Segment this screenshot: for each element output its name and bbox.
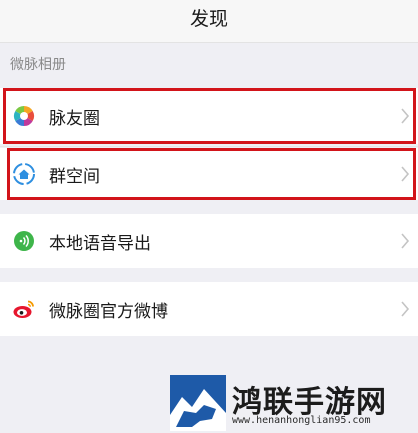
weibo-icon [13, 300, 34, 318]
menu-item-qun-kong-jian[interactable]: 群空间 [0, 148, 418, 200]
bull-logo-icon [170, 375, 226, 431]
menu-item-official-weibo[interactable]: 微脉圈官方微博 [0, 282, 418, 336]
menu-item-label: 脉友圈 [49, 108, 100, 129]
menu-item-voice-export[interactable]: 本地语音导出 [0, 214, 418, 268]
menu-item-label: 本地语音导出 [49, 233, 151, 254]
top-bar: 发现 [0, 0, 418, 43]
section-label: 微脉相册 [10, 57, 66, 73]
home-sync-icon [13, 163, 35, 185]
divider [0, 146, 418, 147]
pinwheel-icon [13, 105, 35, 127]
watermark-url: www.henanhonglian95.com [232, 415, 371, 426]
watermark: 鸿联手游网 www.henanhonglian95.com [170, 373, 418, 433]
chevron-right-icon [401, 301, 410, 317]
chevron-right-icon [401, 166, 410, 182]
chevron-right-icon [401, 108, 410, 124]
menu-item-label: 群空间 [49, 166, 100, 187]
menu-item-mai-you-quan[interactable]: 脉友圈 [0, 88, 418, 144]
voice-export-icon [14, 231, 34, 251]
page-title: 发现 [189, 8, 228, 30]
menu-item-label: 微脉圈官方微博 [49, 301, 168, 322]
chevron-right-icon [401, 233, 410, 249]
